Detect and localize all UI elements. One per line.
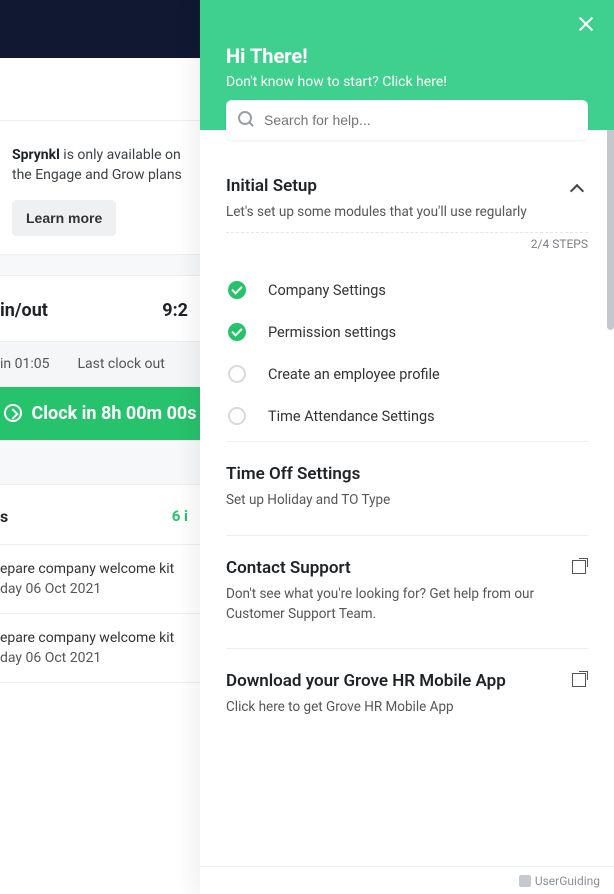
tasks-count: 6 i bbox=[172, 507, 188, 525]
check-todo-icon bbox=[228, 407, 246, 425]
section-time-off[interactable]: Time Off Settings Set up Holiday and TO … bbox=[226, 441, 588, 530]
last-clock-row: in 01:05 Last clock out bbox=[0, 342, 200, 387]
checklist-item-employee-profile[interactable]: Create an employee profile bbox=[226, 353, 588, 395]
checklist-item-time-attendance[interactable]: Time Attendance Settings bbox=[226, 395, 588, 437]
time-off-sub: Set up Holiday and TO Type bbox=[226, 490, 588, 510]
help-subtitle: Don't know how to start? Click here! bbox=[226, 74, 594, 90]
checklist-item-label: Company Settings bbox=[268, 282, 386, 299]
initial-setup-header[interactable]: Initial Setup Let's set up some modules … bbox=[226, 176, 588, 222]
check-done-icon bbox=[228, 323, 246, 341]
initial-setup-sub: Let's set up some modules that you'll us… bbox=[226, 202, 527, 222]
task-item[interactable]: epare company welcome kit day 06 Oct 202… bbox=[0, 614, 200, 683]
section-gap bbox=[0, 254, 200, 276]
sprynkl-text: Sprynkl is only available on the Engage … bbox=[12, 145, 188, 186]
checklist-item-label: Time Attendance Settings bbox=[268, 408, 435, 425]
section-mobile-app[interactable]: Download your Grove HR Mobile App Click … bbox=[226, 648, 588, 737]
help-header: Hi There! Don't know how to start? Click… bbox=[200, 0, 614, 130]
setup-checklist: Company Settings Permission settings Cre… bbox=[226, 269, 588, 437]
checklist-item-permission-settings[interactable]: Permission settings bbox=[226, 311, 588, 353]
section-gap bbox=[0, 441, 200, 485]
section-contact-support[interactable]: Contact Support Don't see what you're lo… bbox=[226, 535, 588, 645]
clock-title: in/out bbox=[0, 300, 48, 321]
tasks-header: s 6 i bbox=[0, 485, 200, 545]
top-gap bbox=[0, 58, 200, 120]
task-date: day 06 Oct 2021 bbox=[0, 650, 200, 666]
search-icon bbox=[238, 111, 254, 127]
clock-header: in/out 9:2 bbox=[0, 276, 200, 342]
sprynkl-name: Sprynkl bbox=[12, 147, 60, 163]
search-input[interactable] bbox=[226, 100, 588, 140]
checklist-item-company-settings[interactable]: Company Settings bbox=[226, 269, 588, 311]
help-greeting: Hi There! bbox=[226, 44, 594, 68]
background-app: Sprynkl is only available on the Engage … bbox=[0, 0, 200, 894]
clock-time: 9:2 bbox=[162, 300, 188, 321]
tasks-title-suffix: s bbox=[0, 507, 8, 526]
sprynkl-promo: Sprynkl is only available on the Engage … bbox=[0, 120, 200, 254]
external-link-icon bbox=[572, 671, 588, 687]
clock-in-button[interactable]: Clock in 8h 00m 00s bbox=[0, 387, 200, 441]
time-off-title: Time Off Settings bbox=[226, 464, 588, 484]
top-bar bbox=[0, 0, 200, 58]
external-link-icon bbox=[572, 558, 588, 574]
support-sub: Don't see what you're looking for? Get h… bbox=[226, 584, 588, 625]
task-date: day 06 Oct 2021 bbox=[0, 581, 200, 597]
last-out-label: Last clock out bbox=[77, 356, 192, 372]
app-viewport: Sprynkl is only available on the Engage … bbox=[0, 0, 614, 894]
mobile-title: Download your Grove HR Mobile App bbox=[226, 671, 506, 691]
help-panel: Hi There! Don't know how to start? Click… bbox=[200, 0, 614, 894]
check-todo-icon bbox=[228, 365, 246, 383]
userguiding-logo-icon bbox=[519, 875, 531, 887]
task-title: epare company welcome kit bbox=[0, 630, 200, 646]
checklist-item-label: Permission settings bbox=[268, 324, 396, 341]
clock-in-label: Clock in 8h 00m 00s bbox=[32, 403, 197, 424]
last-in: in 01:05 bbox=[0, 356, 77, 372]
support-title: Contact Support bbox=[226, 558, 351, 578]
close-icon[interactable] bbox=[576, 14, 596, 34]
mobile-sub: Click here to get Grove HR Mobile App bbox=[226, 697, 588, 717]
chevron-up-icon[interactable] bbox=[568, 178, 588, 198]
checklist-item-label: Create an employee profile bbox=[268, 366, 440, 383]
check-done-icon bbox=[228, 281, 246, 299]
task-item[interactable]: epare company welcome kit day 06 Oct 202… bbox=[0, 545, 200, 614]
userguiding-label: UserGuiding bbox=[535, 874, 600, 888]
steps-progress: 2/4 STEPS bbox=[226, 232, 588, 251]
clock-in-icon bbox=[4, 404, 22, 422]
learn-more-button[interactable]: Learn more bbox=[12, 200, 116, 236]
task-title: epare company welcome kit bbox=[0, 561, 200, 577]
help-footer: UserGuiding bbox=[200, 866, 614, 894]
help-body: Initial Setup Let's set up some modules … bbox=[200, 130, 614, 866]
initial-setup-title: Initial Setup bbox=[226, 176, 527, 196]
search-wrap bbox=[226, 100, 588, 140]
